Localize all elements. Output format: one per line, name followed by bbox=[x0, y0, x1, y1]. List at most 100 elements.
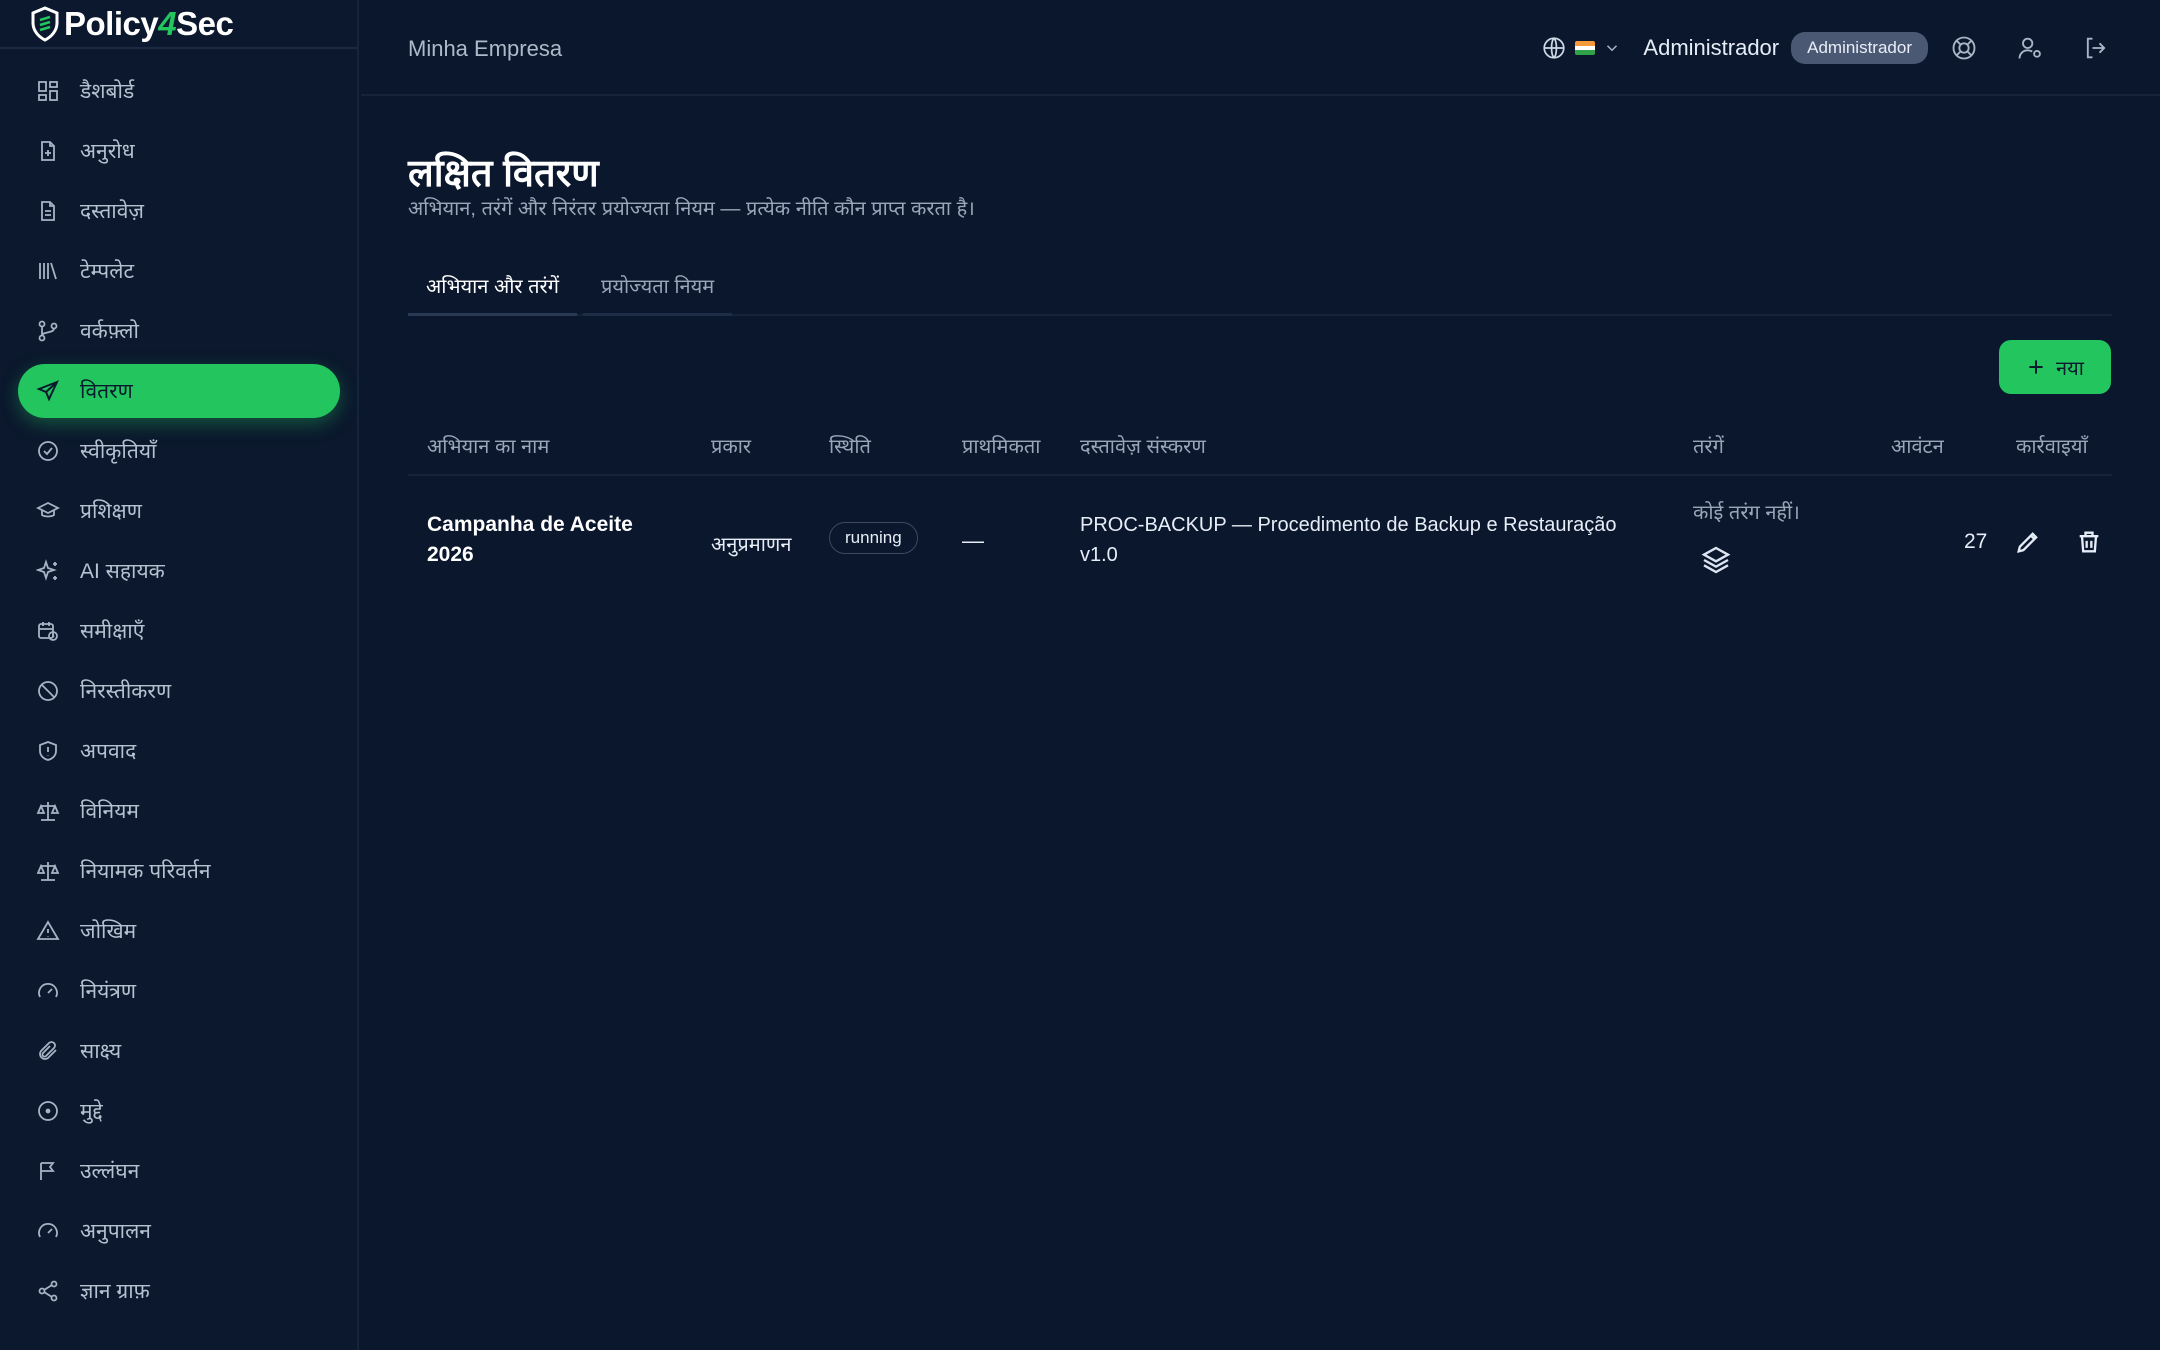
dashboard-icon bbox=[38, 81, 58, 101]
gauge-icon bbox=[38, 983, 58, 998]
sidebar-item-label: निरस्तीकरण bbox=[80, 680, 172, 703]
sidebar-item-label: मुद्दे bbox=[80, 1100, 103, 1123]
table-header: अभियान का नाम प्रकार स्थिति प्राथमिकता द… bbox=[408, 414, 2112, 476]
column-header-type[interactable]: प्रकार bbox=[711, 432, 751, 459]
sidebar-item-label: उल्लंघन bbox=[80, 1160, 140, 1183]
page-subtitle: अभियान, तरंगें और निरंतर प्रयोज्यता नियम… bbox=[408, 198, 975, 220]
campaign-type: अनुप्रमाणन bbox=[711, 534, 792, 556]
status-badge: running bbox=[829, 522, 918, 554]
waves-empty-text: कोई तरंग नहीं। bbox=[1693, 502, 1800, 524]
column-header-actions: कार्रवाइयाँ bbox=[2016, 436, 2088, 458]
sidebar-item-documents[interactable]: दस्तावेज़ bbox=[18, 184, 340, 238]
delete-trash-icon[interactable] bbox=[2075, 528, 2103, 556]
new-button-label: नया bbox=[2056, 357, 2084, 380]
sidebar-item-training[interactable]: प्रशिक्षण bbox=[18, 484, 340, 538]
tab-campaigns-waves[interactable]: अभियान और तरंगें bbox=[408, 258, 577, 316]
ban-icon bbox=[38, 681, 58, 701]
sidebar-item-label: वितरण bbox=[80, 380, 133, 403]
column-header-waves[interactable]: तरंगें bbox=[1693, 432, 1724, 459]
column-header-name[interactable]: अभियान का नाम bbox=[427, 432, 549, 459]
new-campaign-button[interactable]: नया bbox=[1999, 340, 2111, 394]
document-icon bbox=[41, 201, 55, 221]
campaign-priority: — bbox=[962, 528, 984, 553]
paperclip-icon bbox=[39, 1041, 57, 1060]
sidebar-item-label: अनुरोध bbox=[80, 140, 135, 163]
allocation-count: 27 bbox=[1964, 530, 1988, 553]
sidebar-item-label: स्वीकृतियाँ bbox=[80, 440, 157, 463]
scale-icon bbox=[36, 862, 60, 881]
main-content: लक्षित वितरण अभियान, तरंगें और निरंतर प्… bbox=[361, 96, 2160, 1350]
sidebar-item-label: प्रशिक्षण bbox=[80, 500, 142, 523]
sidebar-item-ai-assistant[interactable]: AI सहायक bbox=[18, 544, 340, 598]
table-row[interactable]: Campanha de Aceite 2026 अनुप्रमाणन runni… bbox=[408, 476, 2112, 606]
sidebar-item-label: डैशबोर्ड bbox=[80, 80, 135, 103]
file-plus-icon bbox=[41, 141, 55, 161]
top-header: Minha Empresa Administrador Administrado… bbox=[361, 0, 2160, 96]
library-icon bbox=[39, 262, 57, 280]
shield-logo-icon bbox=[30, 5, 60, 42]
campaigns-table: अभियान का नाम प्रकार स्थिति प्राथमिकता द… bbox=[408, 414, 2112, 606]
header-actions: Administrador Administrador bbox=[1541, 28, 2110, 68]
calendar-clock-icon bbox=[38, 622, 58, 641]
column-header-doc-version[interactable]: दस्तावेज़ संस्करण bbox=[1080, 432, 1206, 459]
sidebar-item-label: नियंत्रण bbox=[80, 980, 137, 1003]
sidebar-item-label: साक्ष्य bbox=[80, 1040, 122, 1063]
sidebar-item-knowledge-graph[interactable]: ज्ञान ग्राफ़ bbox=[18, 1264, 340, 1318]
alert-triangle-icon bbox=[36, 920, 60, 940]
column-header-priority[interactable]: प्राथमिकता bbox=[962, 432, 1040, 459]
sidebar-item-label: अनुपालन bbox=[80, 1220, 151, 1243]
role-badge: Administrador bbox=[1791, 32, 1928, 64]
chevron-down-icon bbox=[1607, 45, 1618, 52]
sidebar-item-risks[interactable]: जोखिम bbox=[18, 904, 340, 958]
check-circle-icon bbox=[38, 441, 58, 461]
sidebar-item-requests[interactable]: अनुरोध bbox=[18, 124, 340, 178]
user-settings-icon[interactable] bbox=[2016, 34, 2044, 62]
sidebar-item-label: जोखिम bbox=[80, 920, 137, 943]
sidebar-item-violations[interactable]: उल्लंघन bbox=[18, 1144, 340, 1198]
sidebar-item-distribution[interactable]: वितरण bbox=[18, 364, 340, 418]
graduation-cap-icon bbox=[36, 501, 60, 518]
tab-applicability-rules[interactable]: प्रयोज्यता नियम bbox=[583, 258, 733, 316]
sidebar-item-revocation[interactable]: निरस्तीकरण bbox=[18, 664, 340, 718]
sidebar: Policy4Sec डैशबोर्ड अनुरोध दस्तावेज़ टेम… bbox=[0, 0, 359, 1350]
help-lifebuoy-icon[interactable] bbox=[1950, 34, 1978, 62]
sidebar-item-exceptions[interactable]: अपवाद bbox=[18, 724, 340, 778]
sidebar-item-label: अपवाद bbox=[80, 740, 137, 763]
sidebar-item-regulations[interactable]: विनियम bbox=[18, 784, 340, 838]
sidebar-item-issues[interactable]: मुद्दे bbox=[18, 1084, 340, 1138]
sidebar-item-label: ज्ञान ग्राफ़ bbox=[80, 1280, 150, 1303]
brand-name: Policy4Sec bbox=[64, 4, 234, 42]
edit-pencil-icon[interactable] bbox=[2014, 528, 2042, 556]
circle-dot-icon bbox=[38, 1101, 58, 1121]
sidebar-item-templates[interactable]: टेम्पलेट bbox=[18, 244, 340, 298]
sidebar-item-approvals[interactable]: स्वीकृतियाँ bbox=[18, 424, 340, 478]
company-name[interactable]: Minha Empresa bbox=[408, 36, 562, 62]
sidebar-item-label: समीक्षाएँ bbox=[80, 620, 145, 643]
scale-icon bbox=[36, 802, 60, 821]
sidebar-item-evidence[interactable]: साक्ष्य bbox=[18, 1024, 340, 1078]
sidebar-item-compliance[interactable]: अनुपालन bbox=[18, 1204, 340, 1258]
logout-icon[interactable] bbox=[2082, 34, 2110, 62]
plus-icon bbox=[2029, 360, 2043, 374]
column-header-status[interactable]: स्थिति bbox=[829, 432, 871, 459]
layers-icon[interactable] bbox=[1700, 544, 1732, 576]
sidebar-item-workflows[interactable]: वर्कफ़्लो bbox=[18, 304, 340, 358]
globe-icon bbox=[1543, 37, 1566, 59]
sidebar-nav: डैशबोर्ड अनुरोध दस्तावेज़ टेम्पलेट वर्कफ… bbox=[18, 64, 340, 1324]
campaign-name[interactable]: Campanha de Aceite 2026 bbox=[427, 510, 667, 570]
column-header-allocation[interactable]: आवंटन bbox=[1891, 432, 1944, 459]
document-version: PROC-BACKUP — Procedimento de Backup e R… bbox=[1080, 514, 1617, 566]
sidebar-item-controls[interactable]: नियंत्रण bbox=[18, 964, 340, 1018]
sidebar-item-dashboard[interactable]: डैशबोर्ड bbox=[18, 64, 340, 118]
language-selector[interactable] bbox=[1541, 35, 1621, 61]
sidebar-item-label: AI सहायक bbox=[80, 560, 165, 583]
sidebar-item-reviews[interactable]: समीक्षाएँ bbox=[18, 604, 340, 658]
user-name: Administrador bbox=[1643, 35, 1780, 60]
git-branch-icon bbox=[38, 320, 58, 342]
sidebar-item-label: दस्तावेज़ bbox=[80, 200, 144, 223]
brand-logo[interactable]: Policy4Sec bbox=[0, 0, 357, 49]
sidebar-item-regulatory-change[interactable]: नियामक परिवर्तन bbox=[18, 844, 340, 898]
flag-icon bbox=[40, 1162, 55, 1180]
sidebar-item-label: वर्कफ़्लो bbox=[80, 320, 139, 343]
sidebar-item-label: विनियम bbox=[80, 800, 139, 823]
